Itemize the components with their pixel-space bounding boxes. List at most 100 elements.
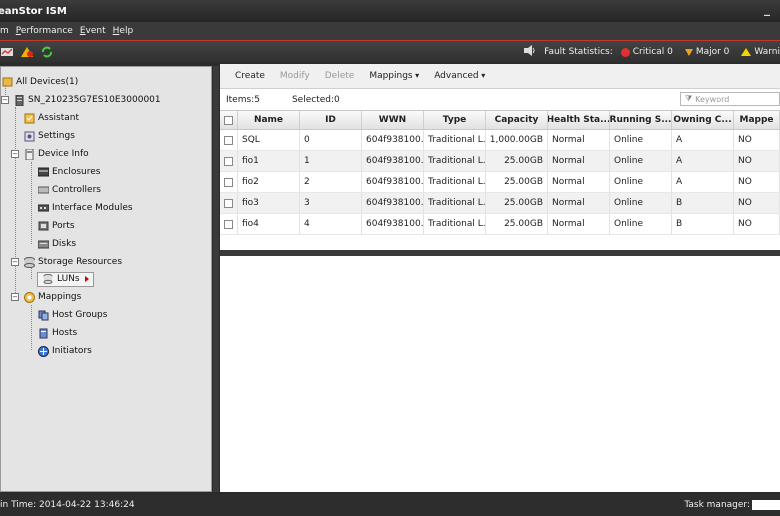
delete-button[interactable]: Delete bbox=[325, 71, 355, 81]
column-header[interactable]: Mappe bbox=[734, 111, 780, 129]
critical-icon bbox=[620, 47, 630, 57]
tree-item-disks[interactable]: Disks bbox=[37, 236, 76, 252]
tree-item-device-info[interactable]: − Device Info bbox=[11, 146, 89, 162]
collapse-icon[interactable]: − bbox=[11, 150, 19, 158]
settings-icon bbox=[23, 131, 35, 142]
warning-count[interactable]: Warni bbox=[754, 47, 780, 57]
tree-item-storage-resources[interactable]: − Storage Resources bbox=[11, 254, 122, 270]
task-manager[interactable]: Task manager: bbox=[684, 494, 780, 516]
collapse-icon[interactable]: − bbox=[1, 96, 9, 104]
table-cell: Traditional L... bbox=[424, 172, 486, 192]
table-cell: Normal bbox=[548, 172, 610, 192]
tree-item-assistant[interactable]: Assistant bbox=[23, 110, 79, 126]
warning-icon bbox=[741, 48, 752, 56]
row-checkbox[interactable] bbox=[220, 214, 238, 234]
menu-help[interactable]: Help bbox=[113, 26, 134, 36]
collapse-icon[interactable]: − bbox=[11, 258, 19, 266]
column-header[interactable]: WWN bbox=[362, 111, 424, 129]
advanced-dropdown[interactable]: Advanced bbox=[434, 71, 485, 81]
table-cell: 604f938100... bbox=[362, 193, 424, 213]
table-cell: 25.00GB bbox=[486, 172, 548, 192]
selected-tree-item[interactable]: LUNs bbox=[37, 271, 94, 287]
vertical-splitter[interactable] bbox=[213, 66, 219, 492]
task-manager-label: Task manager: bbox=[684, 500, 750, 510]
menu-bar: m Performance Event Help bbox=[0, 22, 780, 41]
row-checkbox[interactable] bbox=[220, 130, 238, 150]
table-cell: 604f938100... bbox=[362, 172, 424, 192]
disk-icon bbox=[37, 239, 49, 250]
menu-system[interactable]: m bbox=[0, 26, 9, 36]
table-cell: 604f938100... bbox=[362, 214, 424, 234]
tree-item-controllers[interactable]: Controllers bbox=[37, 182, 101, 198]
select-all-checkbox[interactable] bbox=[220, 111, 238, 129]
major-count[interactable]: Major 0 bbox=[696, 47, 730, 57]
table-cell: A bbox=[672, 130, 734, 150]
assistant-icon bbox=[23, 113, 35, 124]
tree-item-mappings[interactable]: − Mappings bbox=[11, 289, 81, 305]
minimize-button[interactable]: _ bbox=[764, 2, 770, 16]
status-bar: in Time: 2014-04-22 13:46:24 Task manage… bbox=[0, 494, 780, 516]
table-cell: 604f938100... bbox=[362, 130, 424, 150]
lun-table: Name ID WWN Type Capacity Health Sta... … bbox=[220, 110, 780, 235]
table-row[interactable]: fio3 3 604f938100... Traditional L... 25.00G… bbox=[220, 193, 780, 214]
critical-count[interactable]: Critical 0 bbox=[633, 47, 673, 57]
port-icon bbox=[37, 221, 49, 232]
table-cell: 25.00GB bbox=[486, 151, 548, 171]
interface-module-icon bbox=[37, 203, 49, 214]
devices-icon bbox=[1, 77, 13, 88]
modify-button[interactable]: Modify bbox=[280, 71, 310, 81]
menu-event[interactable]: Event bbox=[80, 26, 106, 36]
refresh-icon[interactable] bbox=[40, 45, 54, 59]
tree-item-ports[interactable]: Ports bbox=[37, 218, 75, 234]
table-cell: 4 bbox=[300, 214, 362, 234]
table-cell: fio2 bbox=[238, 172, 300, 192]
column-header[interactable]: Owning C... bbox=[672, 111, 734, 129]
table-cell: B bbox=[672, 214, 734, 234]
tree-item-initiators[interactable]: Initiators bbox=[37, 343, 92, 359]
collapse-icon[interactable]: − bbox=[11, 293, 19, 301]
items-count: Items:5 bbox=[226, 95, 260, 105]
initiator-icon bbox=[37, 345, 49, 357]
tree-item-hosts[interactable]: Hosts bbox=[37, 325, 77, 341]
speaker-icon[interactable] bbox=[524, 45, 536, 59]
detail-panel bbox=[220, 256, 780, 492]
column-header[interactable]: Capacity bbox=[486, 111, 548, 129]
storage-resources-icon bbox=[23, 256, 35, 268]
create-button[interactable]: Create bbox=[235, 71, 265, 81]
table-row[interactable]: SQL 0 604f938100... Traditional L... 1,000.0… bbox=[220, 130, 780, 151]
column-header[interactable]: ID bbox=[300, 111, 362, 129]
tree-item-settings[interactable]: Settings bbox=[23, 128, 75, 144]
table-cell: SQL bbox=[238, 130, 300, 150]
main-toolbar: Fault Statistics: Critical 0 Major 0 War… bbox=[0, 41, 780, 63]
fault-label: Fault Statistics: bbox=[544, 47, 613, 57]
table-cell: NO bbox=[734, 214, 780, 234]
tree-item-device[interactable]: − SN_210235G7ES10E3000001 bbox=[1, 92, 161, 108]
row-checkbox[interactable] bbox=[220, 151, 238, 171]
expand-arrow-icon bbox=[84, 276, 89, 282]
alarm-icon[interactable] bbox=[20, 45, 34, 59]
mappings-dropdown[interactable]: Mappings bbox=[369, 71, 419, 81]
table-cell: Online bbox=[610, 214, 672, 234]
table-row[interactable]: fio2 2 604f938100... Traditional L... 25.00G… bbox=[220, 172, 780, 193]
column-header[interactable]: Running S... bbox=[610, 111, 672, 129]
table-cell: Traditional L... bbox=[424, 214, 486, 234]
tree-item-interface-modules[interactable]: Interface Modules bbox=[37, 200, 133, 216]
tree-item-all-devices[interactable]: All Devices(1) bbox=[1, 74, 78, 90]
table-row[interactable]: fio1 1 604f938100... Traditional L... 25.00G… bbox=[220, 151, 780, 172]
keyword-search-input[interactable]: ⧩ Keyword bbox=[680, 92, 780, 106]
column-header[interactable]: Health Sta... bbox=[548, 111, 610, 129]
chart-icon[interactable] bbox=[0, 45, 14, 59]
table-cell: 2 bbox=[300, 172, 362, 192]
table-row[interactable]: fio4 4 604f938100... Traditional L... 25.00G… bbox=[220, 214, 780, 235]
table-cell: Online bbox=[610, 130, 672, 150]
row-checkbox[interactable] bbox=[220, 193, 238, 213]
column-header[interactable]: Name bbox=[238, 111, 300, 129]
row-checkbox[interactable] bbox=[220, 172, 238, 192]
tree-item-luns[interactable]: LUNs bbox=[37, 271, 94, 287]
table-cell: 25.00GB bbox=[486, 214, 548, 234]
device-info-icon bbox=[23, 148, 35, 160]
tree-item-host-groups[interactable]: Host Groups bbox=[37, 307, 107, 323]
tree-item-enclosures[interactable]: Enclosures bbox=[37, 164, 100, 180]
menu-performance[interactable]: Performance bbox=[16, 26, 73, 36]
column-header[interactable]: Type bbox=[424, 111, 486, 129]
